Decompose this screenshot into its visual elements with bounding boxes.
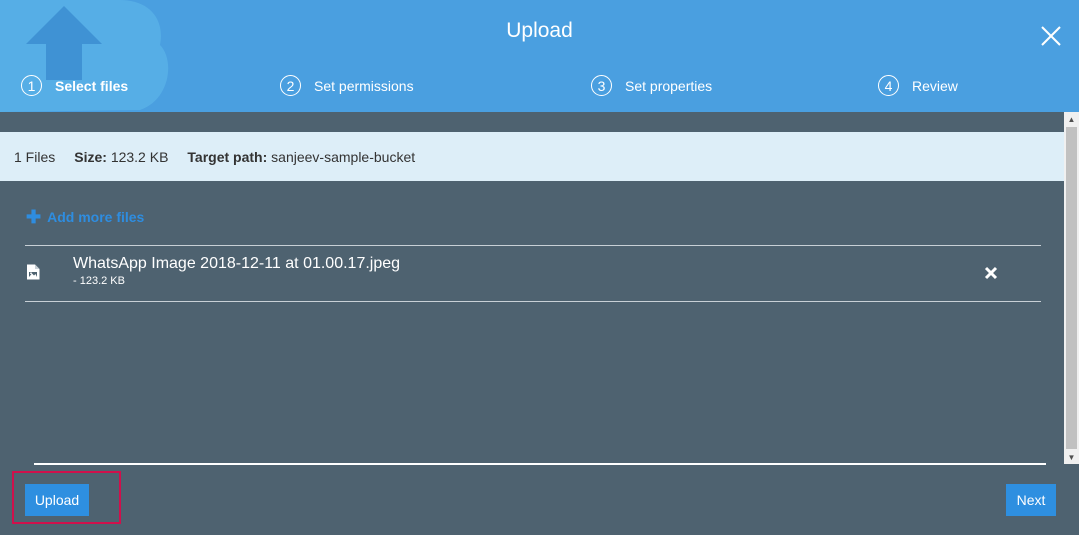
vertical-scrollbar[interactable]: ▲ ▼ [1064,112,1079,464]
target-path-value: sanjeev-sample-bucket [271,148,416,165]
plus-icon: ✚ [26,207,42,227]
step-label: Select files [55,77,129,94]
remove-icon[interactable] [983,265,999,281]
step-number: 4 [878,75,899,96]
next-button[interactable]: Next [1006,484,1056,516]
size-label: Size: [74,148,107,165]
dialog-title: Upload [506,19,573,42]
image-file-icon [27,264,40,280]
footer-divider [34,463,1046,465]
step-number: 3 [591,75,612,96]
add-more-files-link[interactable]: ✚ Add more files [26,208,144,226]
size-value: 123.2 KB [110,148,169,165]
step-label: Review [912,77,958,94]
upload-summary-bar: 1 Files Size: 123.2 KB Target path: sanj… [0,132,1064,181]
divider [25,301,1041,302]
target-path: Target path: sanjeev-sample-bucket [187,149,415,165]
file-size: - 123.2 KB [73,275,125,287]
step-review[interactable]: 4 Review [878,73,958,98]
highlight-box [12,471,121,524]
divider [25,245,1041,246]
step-label: Set properties [625,77,713,94]
step-set-properties[interactable]: 3 Set properties [591,73,712,98]
add-more-files-label: Add more files [47,209,145,225]
files-count: 1 Files [14,148,56,165]
dialog-header: Upload 1 Select files 2 Set permissions … [0,0,1079,112]
step-set-permissions[interactable]: 2 Set permissions [280,73,414,98]
scrollbar-thumb[interactable] [1066,127,1077,449]
file-name: WhatsApp Image 2018-12-11 at 01.00.17.jp… [73,255,401,272]
close-icon[interactable] [1039,24,1063,48]
scroll-up-arrow-icon[interactable]: ▲ [1064,112,1079,126]
total-size: Size: 123.2 KB [74,149,168,165]
step-label: Set permissions [314,77,414,94]
target-path-label: Target path: [187,148,268,165]
step-number: 2 [280,75,301,96]
scroll-down-arrow-icon[interactable]: ▼ [1064,450,1079,464]
step-number: 1 [21,75,42,96]
step-select-files[interactable]: 1 Select files [21,73,128,98]
